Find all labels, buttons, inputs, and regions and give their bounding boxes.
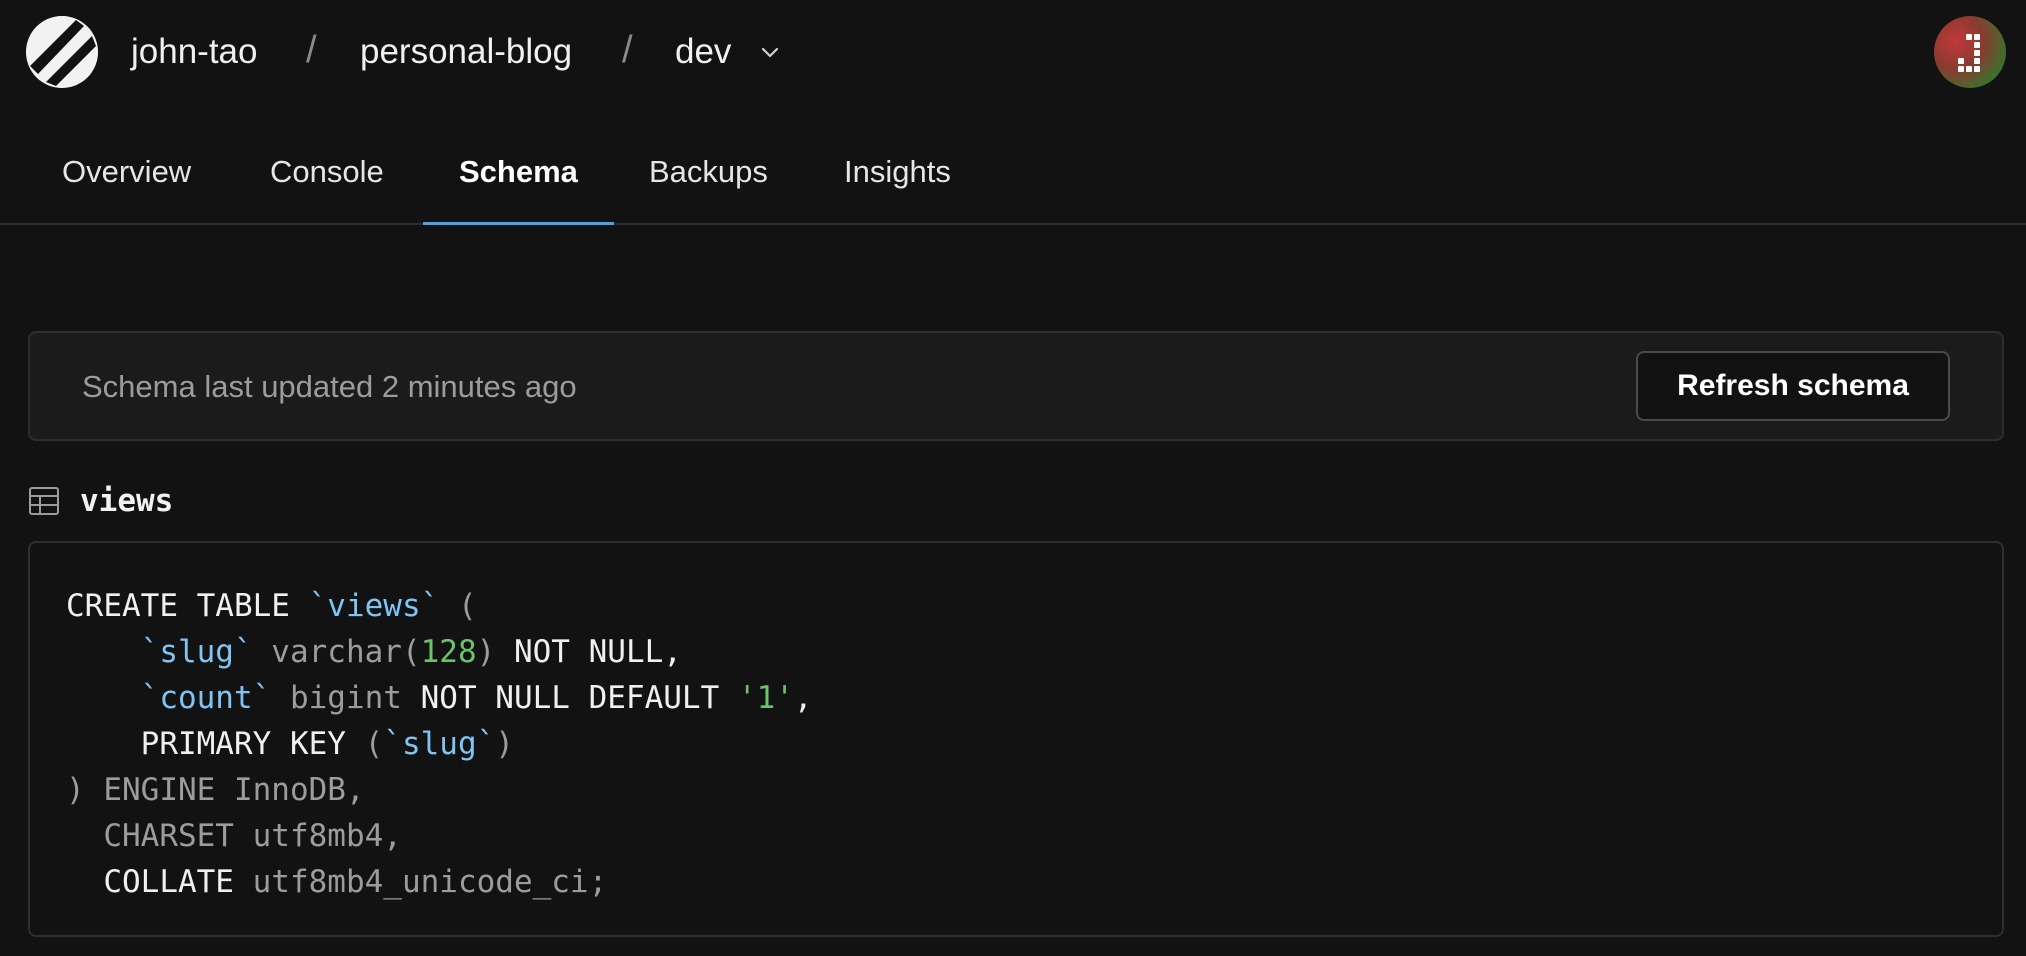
- code-token: varchar(: [252, 634, 421, 670]
- code-token: ): [476, 634, 496, 670]
- tab-backups[interactable]: Backups: [649, 152, 768, 192]
- schema-updated-text: Schema last updated 2 minutes ago: [82, 369, 577, 404]
- create-table-code-block: CREATE TABLE `views` ( `slug` varchar(12…: [28, 541, 2004, 937]
- active-tab-indicator: [423, 222, 614, 225]
- code-token: bigint: [271, 680, 421, 716]
- table-header: views: [28, 481, 628, 521]
- code-identifier: `count`: [140, 680, 272, 716]
- breadcrumb-branch[interactable]: dev: [675, 28, 731, 76]
- table-name: views: [80, 483, 174, 519]
- code-token: PRIMARY KEY: [140, 726, 365, 762]
- tab-bar: Overview Console Schema Backups Insights: [0, 104, 2026, 225]
- breadcrumb-separator: /: [306, 29, 317, 71]
- code-token: COLLATE: [103, 864, 234, 900]
- code-token: (: [439, 588, 477, 624]
- code-token: utf8mb4_unicode_ci;: [233, 864, 608, 900]
- code-token: CHARSET utf8mb4,: [103, 818, 402, 854]
- breadcrumb-org[interactable]: john-tao: [131, 28, 257, 76]
- user-avatar-icon[interactable]: [1934, 16, 2006, 88]
- refresh-schema-button[interactable]: Refresh schema: [1636, 351, 1950, 421]
- code-identifier: `slug`: [383, 726, 496, 762]
- breadcrumb-separator: /: [622, 29, 633, 71]
- tab-schema[interactable]: Schema: [459, 152, 578, 192]
- code-token: NOT NULL,: [495, 634, 682, 670]
- table-icon: [29, 487, 59, 515]
- schema-status-card: Schema last updated 2 minutes ago Refres…: [28, 331, 2004, 441]
- tab-console[interactable]: Console: [270, 152, 384, 192]
- code-identifier: `slug`: [140, 634, 253, 670]
- code-token: CREATE TABLE: [66, 588, 309, 624]
- tab-insights[interactable]: Insights: [844, 152, 951, 192]
- chevron-down-icon[interactable]: [758, 40, 782, 64]
- tab-overview[interactable]: Overview: [62, 152, 191, 192]
- planetscale-logo-icon[interactable]: [26, 16, 98, 88]
- top-navigation-bar: john-tao / personal-blog / dev: [0, 0, 2026, 104]
- code-token: ,: [793, 680, 813, 716]
- code-identifier: `views`: [308, 588, 440, 624]
- code-number: 128: [420, 634, 477, 670]
- code-token: NOT NULL DEFAULT: [420, 680, 738, 716]
- code-token: ): [495, 726, 514, 762]
- code-string: '1': [737, 680, 794, 716]
- breadcrumb-database[interactable]: personal-blog: [360, 28, 572, 76]
- code-token: (: [364, 726, 384, 762]
- code-token: ) ENGINE InnoDB,: [66, 772, 365, 808]
- sql-code: CREATE TABLE `views` ( `slug` varchar(12…: [66, 583, 813, 905]
